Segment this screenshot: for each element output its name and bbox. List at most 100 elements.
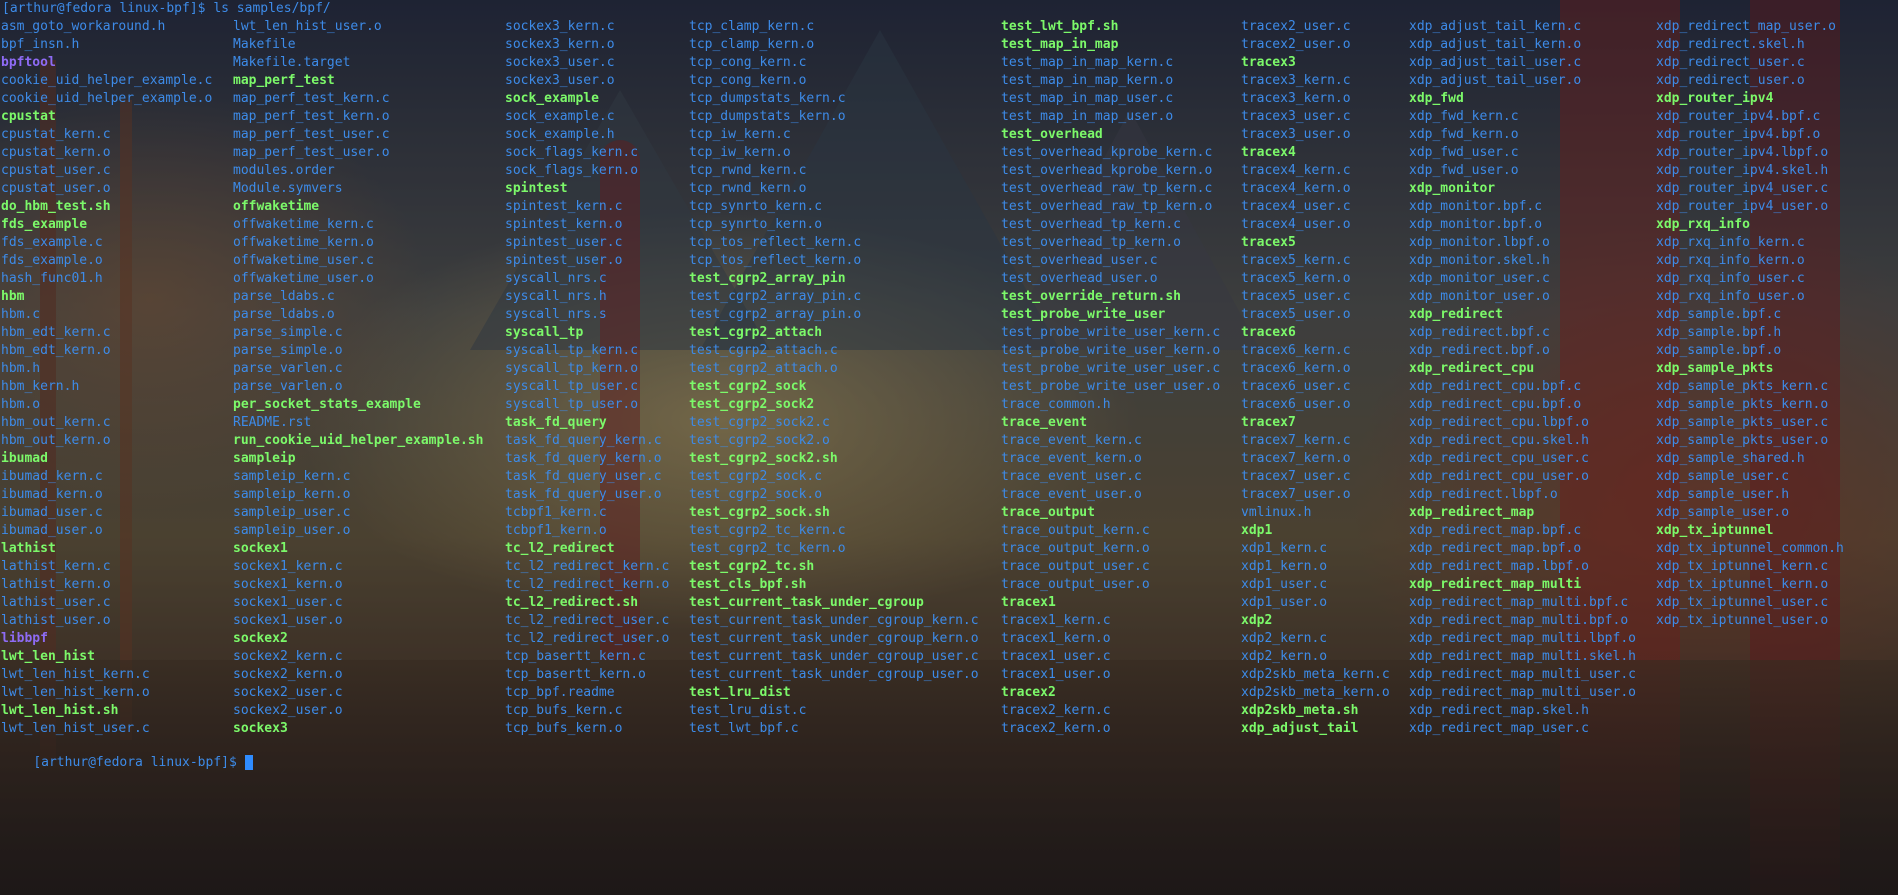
file-entry: test_current_task_under_cgroup_kern.c <box>689 613 979 628</box>
executable-entry: run_cookie_uid_helper_example.sh <box>233 433 484 448</box>
file-entry: xdp_redirect_cpu.lbpf.o <box>1409 415 1590 430</box>
file-entry: syscall_tp_user.o <box>505 397 639 412</box>
file-entry: tracex7_user.o <box>1241 487 1351 502</box>
file-entry: xdp_sample_pkts_user.c <box>1656 415 1829 430</box>
file-entry: xdp_tx_iptunnel_common.h <box>1656 541 1844 556</box>
file-entry: tracex3_user.c <box>1241 109 1351 124</box>
executable-entry: tc_l2_redirect.sh <box>505 595 639 610</box>
file-entry: tcp_cong_kern.c <box>689 55 807 70</box>
file-entry: sockex1_user.c <box>233 595 343 610</box>
file-entry: xdp_monitor.bpf.o <box>1409 217 1543 232</box>
file-entry: xdp_rxq_info_kern.o <box>1656 253 1805 268</box>
shell-prompt[interactable]: [arthur@fedora linux-bpf]$ <box>2 739 253 787</box>
file-entry: sockex1_kern.c <box>233 559 343 574</box>
file-entry: xdp_router_ipv4.bpf.c <box>1656 109 1821 124</box>
file-entry: xdp_redirect_map_multi.bpf.c <box>1409 595 1629 610</box>
file-entry: xdp_sample.bpf.o <box>1656 343 1782 358</box>
file-entry: tracex2_kern.o <box>1001 721 1111 736</box>
executable-entry: xdp2skb_meta.sh <box>1241 703 1359 718</box>
file-entry: xdp_redirect.skel.h <box>1656 37 1805 52</box>
file-entry: xdp_redirect_map.skel.h <box>1409 703 1590 718</box>
file-entry: tracex5_kern.o <box>1241 271 1351 286</box>
file-entry: tracex6_user.o <box>1241 397 1351 412</box>
file-entry: syscall_tp_user.c <box>505 379 639 394</box>
executable-entry: xdp_redirect <box>1409 307 1503 322</box>
file-entry: task_fd_query_kern.c <box>505 433 662 448</box>
file-entry: test_map_in_map_user.o <box>1001 109 1174 124</box>
file-entry: sockex2_user.c <box>233 685 343 700</box>
file-entry: test_cgrp2_array_pin.c <box>689 289 862 304</box>
file-entry: lwt_len_hist_kern.c <box>1 667 150 682</box>
file-entry: xdp_tx_iptunnel_kern.c <box>1656 559 1829 574</box>
file-entry: xdp_router_ipv4.skel.h <box>1656 163 1829 178</box>
file-entry: xdp1_kern.o <box>1241 559 1328 574</box>
text-cursor <box>244 755 253 770</box>
executable-entry: xdp_router_ipv4 <box>1656 91 1774 106</box>
file-entry: test_cgrp2_sock2.o <box>689 433 830 448</box>
file-entry: xdp_redirect_user.c <box>1656 55 1805 70</box>
file-entry: tcp_iw_kern.c <box>689 127 791 142</box>
file-entry: xdp_sample_user.o <box>1656 505 1790 520</box>
file-entry: tracex5_user.c <box>1241 289 1351 304</box>
file-entry: tcp_rwnd_kern.o <box>689 181 807 196</box>
file-entry: spintest_kern.c <box>505 199 623 214</box>
file-entry: lathist_user.o <box>1 613 111 628</box>
file-entry: fds_example.c <box>1 235 103 250</box>
file-entry: sockex3_kern.c <box>505 19 615 34</box>
file-entry: tcp_tos_reflect_kern.c <box>689 235 862 250</box>
file-entry: test_cgrp2_tc_kern.c <box>689 523 846 538</box>
file-entry: syscall_nrs.h <box>505 289 607 304</box>
file-entry: test_lru_dist.c <box>689 703 807 718</box>
file-entry: sockex2_user.o <box>233 703 343 718</box>
file-entry: xdp2skb_meta_kern.o <box>1241 685 1390 700</box>
file-entry: parse_varlen.o <box>233 379 343 394</box>
file-entry: test_overhead_user.o <box>1001 271 1158 286</box>
executable-entry: spintest <box>505 181 568 196</box>
file-entry: ibumad_kern.o <box>1 487 103 502</box>
file-entry: tracex1_kern.c <box>1001 613 1111 628</box>
file-entry: xdp_fwd_kern.o <box>1409 127 1519 142</box>
file-entry: xdp_router_ipv4.lbpf.o <box>1656 145 1829 160</box>
file-entry: test_cgrp2_tc_kern.o <box>689 541 846 556</box>
file-entry: tracex6_kern.c <box>1241 343 1351 358</box>
file-entry: test_overhead_raw_tp_kern.c <box>1001 181 1213 196</box>
file-entry: syscall_tp_kern.c <box>505 343 639 358</box>
file-entry: spintest_user.o <box>505 253 623 268</box>
file-entry: xdp_sample_user.c <box>1656 469 1790 484</box>
terminal-window[interactable]: [arthur@fedora linux-bpf]$ ls samples/bp… <box>0 0 1898 895</box>
file-entry: xdp2_kern.o <box>1241 649 1328 664</box>
directory-entry: bpftool <box>1 55 56 70</box>
file-entry: xdp_adjust_tail_kern.o <box>1409 37 1582 52</box>
file-entry: xdp_redirect_map_multi.bpf.o <box>1409 613 1629 628</box>
file-entry: tracex6_user.c <box>1241 379 1351 394</box>
file-entry: test_overhead_tp_kern.c <box>1001 217 1182 232</box>
executable-entry: tracex6 <box>1241 325 1296 340</box>
executable-entry: test_map_in_map <box>1001 37 1119 52</box>
file-entry: tracex7_user.c <box>1241 469 1351 484</box>
file-entry: xdp_sample_pkts_kern.c <box>1656 379 1829 394</box>
file-entry: test_map_in_map_kern.o <box>1001 73 1174 88</box>
file-entry: parse_simple.c <box>233 325 343 340</box>
executable-entry: test_cgrp2_sock <box>689 379 807 394</box>
executable-entry: xdp_fwd <box>1409 91 1464 106</box>
file-entry: test_probe_write_user_kern.c <box>1001 325 1221 340</box>
file-entry: hbm_kern.h <box>1 379 80 394</box>
file-entry: offwaketime_user.o <box>233 271 374 286</box>
file-entry: test_overhead_user.c <box>1001 253 1158 268</box>
executable-entry: trace_output <box>1001 505 1095 520</box>
file-entry: xdp_sample_pkts_kern.o <box>1656 397 1829 412</box>
executable-entry: test_cgrp2_sock2 <box>689 397 815 412</box>
file-entry: task_fd_query_user.c <box>505 469 662 484</box>
executable-entry: lathist <box>1 541 56 556</box>
file-entry: xdp_redirect_map_user.o <box>1656 19 1837 34</box>
file-entry: test_cgrp2_attach.c <box>689 343 838 358</box>
file-entry: parse_ldabs.c <box>233 289 335 304</box>
file-entry: xdp_redirect_map.bpf.c <box>1409 523 1582 538</box>
executable-entry: test_lwt_bpf.sh <box>1001 19 1119 34</box>
file-entry: xdp_sample.bpf.c <box>1656 307 1782 322</box>
file-entry: test_cgrp2_attach.o <box>689 361 838 376</box>
file-entry: lwt_len_hist_user.o <box>233 19 382 34</box>
file-entry: sampleip_user.o <box>233 523 351 538</box>
file-entry: bpf_insn.h <box>1 37 80 52</box>
file-entry: offwaketime_kern.o <box>233 235 374 250</box>
